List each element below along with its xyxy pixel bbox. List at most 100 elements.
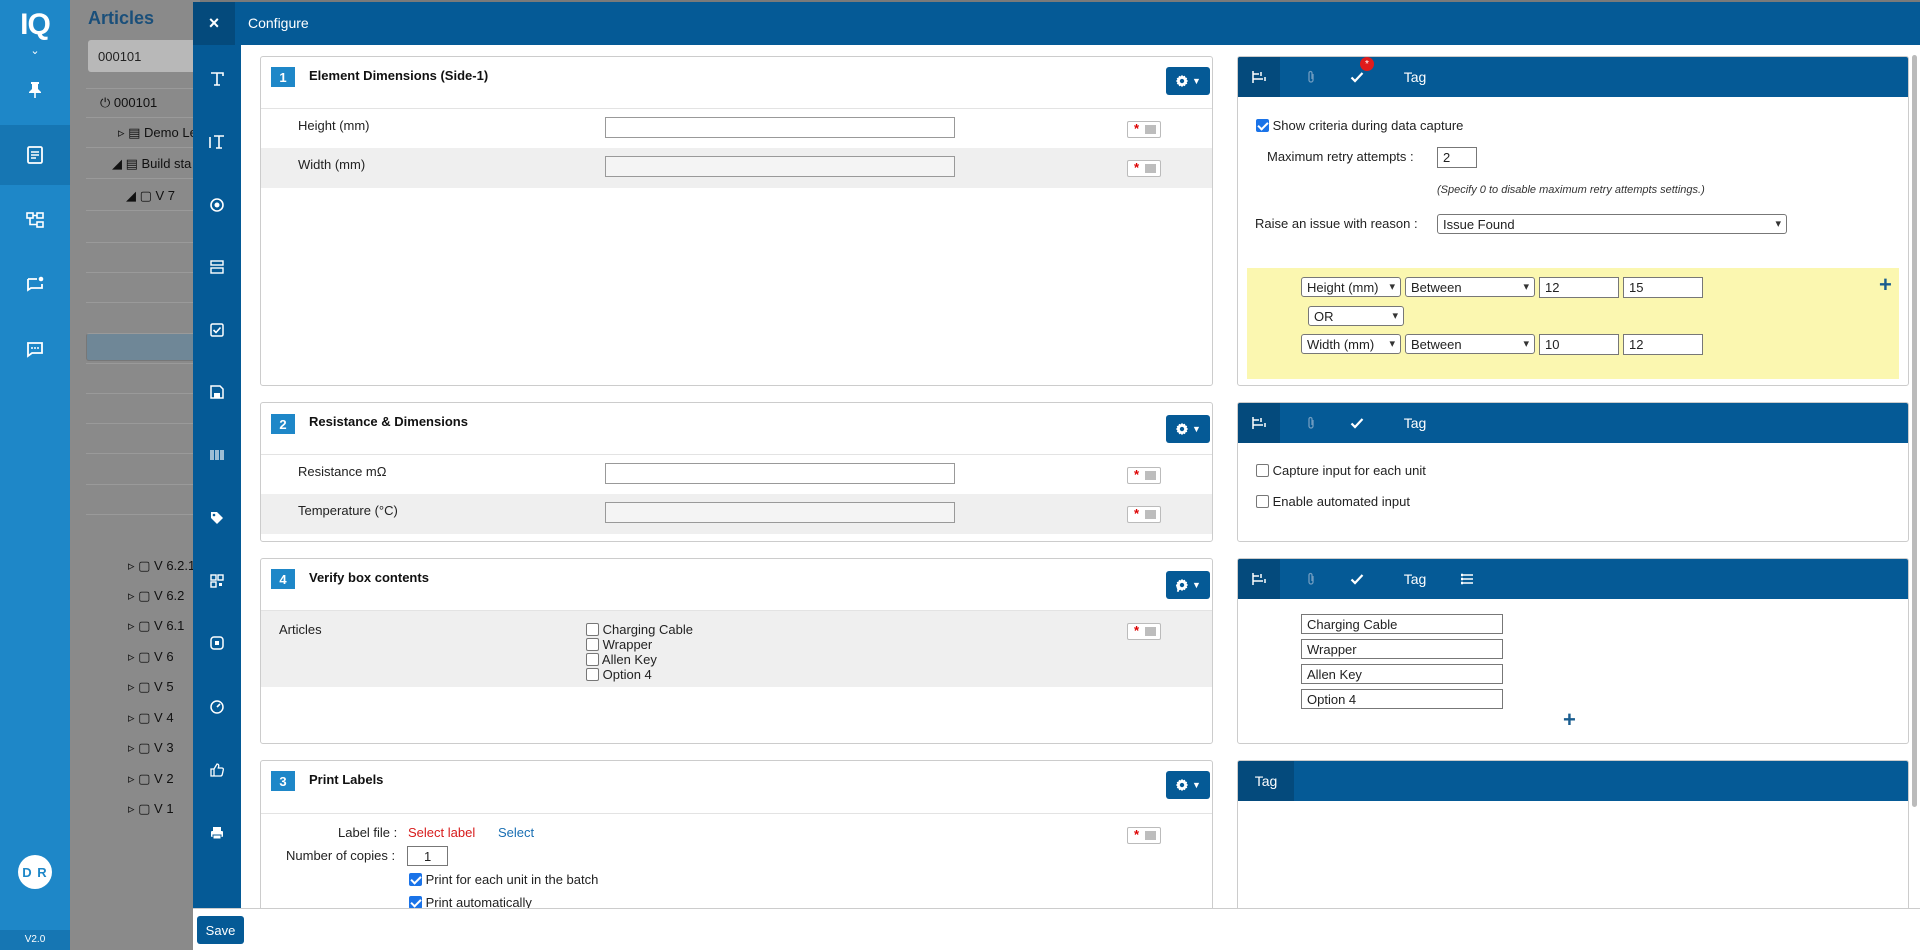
- hierarchy-icon[interactable]: [0, 190, 70, 250]
- tree-item[interactable]: ▹ ▤ Demo Le: [118, 125, 197, 141]
- element-settings-button[interactable]: ▼: [1166, 771, 1210, 799]
- checkbox[interactable]: [586, 653, 599, 666]
- user-avatar[interactable]: D R: [18, 855, 52, 889]
- tree-item[interactable]: ▹ ▢ V 4: [128, 710, 174, 726]
- print-each-unit-option[interactable]: Print for each unit in the batch: [409, 872, 598, 887]
- criteria-field-select[interactable]: Height (mm) ▾: [1301, 277, 1401, 297]
- tab-properties[interactable]: [1238, 57, 1280, 97]
- checkbox[interactable]: [586, 623, 599, 636]
- add-option-button[interactable]: +: [1563, 709, 1576, 731]
- qr-code-icon[interactable]: [193, 566, 241, 596]
- tab-tag[interactable]: Tag: [1390, 403, 1440, 443]
- list-select-icon[interactable]: [193, 252, 241, 282]
- close-button[interactable]: ×: [193, 2, 235, 45]
- criteria-join-select[interactable]: OR ▾: [1308, 306, 1404, 326]
- add-criteria-button[interactable]: +: [1879, 274, 1892, 296]
- criteria-min-input[interactable]: 12: [1539, 277, 1619, 298]
- tab-criteria[interactable]: [1336, 403, 1378, 443]
- tab-properties[interactable]: [1238, 403, 1280, 443]
- numeric-text-icon[interactable]: [193, 127, 241, 157]
- element-settings-button[interactable]: ▼: [1166, 67, 1210, 95]
- tab-tag[interactable]: Tag: [1390, 559, 1440, 599]
- required-toggle[interactable]: *: [1127, 121, 1161, 138]
- tree-item[interactable]: ▹ ▢ V 6: [128, 649, 174, 665]
- pin-icon[interactable]: [0, 60, 70, 120]
- required-toggle[interactable]: *: [1127, 506, 1161, 523]
- tags-icon[interactable]: [193, 503, 241, 533]
- checkbox[interactable]: [586, 668, 599, 681]
- printer-icon[interactable]: [193, 818, 241, 848]
- checklist-option[interactable]: Wrapper: [586, 637, 652, 652]
- resistance-input[interactable]: [605, 463, 955, 484]
- criteria-operator-select[interactable]: Between ▾: [1405, 334, 1535, 354]
- tree-search-input[interactable]: 000101: [88, 40, 208, 72]
- checklist-option[interactable]: Allen Key: [586, 652, 657, 667]
- criteria-min-input[interactable]: 10: [1539, 334, 1619, 355]
- tab-list[interactable]: [1446, 559, 1488, 599]
- option-input[interactable]: Allen Key: [1301, 664, 1503, 684]
- required-toggle[interactable]: *: [1127, 467, 1161, 484]
- tab-attachment[interactable]: [1290, 57, 1332, 97]
- element-settings-button[interactable]: ▼: [1166, 571, 1210, 599]
- checkbox[interactable]: [1256, 464, 1269, 477]
- tree-item[interactable]: ◢ ▤ Build sta: [112, 156, 191, 172]
- chat-icon[interactable]: [0, 320, 70, 380]
- text-icon[interactable]: [193, 64, 241, 94]
- document-icon[interactable]: [0, 125, 70, 185]
- tab-attachment[interactable]: [1290, 559, 1332, 599]
- height-input[interactable]: [605, 117, 955, 138]
- save-button[interactable]: Save: [197, 916, 244, 944]
- stop-icon[interactable]: [193, 628, 241, 658]
- criteria-max-input[interactable]: 12: [1623, 334, 1703, 355]
- option-input[interactable]: Option 4: [1301, 689, 1503, 709]
- checkbox-checked[interactable]: [409, 873, 422, 886]
- capture-each-unit-option[interactable]: Capture input for each unit: [1256, 463, 1426, 478]
- save-data-icon[interactable]: [193, 377, 241, 407]
- tab-criteria[interactable]: [1336, 559, 1378, 599]
- automated-input-option[interactable]: Enable automated input: [1256, 494, 1410, 509]
- temperature-input[interactable]: [605, 502, 955, 523]
- tree-item[interactable]: ⏻ 000101: [100, 95, 157, 111]
- tab-attachment[interactable]: [1290, 403, 1332, 443]
- max-retry-input[interactable]: 2: [1437, 147, 1477, 168]
- gauge-icon[interactable]: [193, 692, 241, 722]
- criteria-max-input[interactable]: 15: [1623, 277, 1703, 298]
- width-input[interactable]: [605, 156, 955, 177]
- tree-item[interactable]: ▹ ▢ V 6.2.1: [128, 558, 195, 574]
- checkbox-checked[interactable]: [1256, 119, 1269, 132]
- tree-item[interactable]: ◢ ▢ V 7: [126, 188, 175, 204]
- criteria-operator-select[interactable]: Between ▾: [1405, 277, 1535, 297]
- tab-tag[interactable]: Tag: [1390, 57, 1440, 97]
- tree-item[interactable]: ▹ ▢ V 6.1: [128, 618, 184, 634]
- show-criteria-option[interactable]: Show criteria during data capture: [1256, 118, 1463, 133]
- tree-item[interactable]: ▹ ▢ V 2: [128, 771, 174, 787]
- tab-tag[interactable]: Tag: [1238, 761, 1294, 801]
- modal-scrollbar[interactable]: [1912, 55, 1917, 807]
- checkbox[interactable]: [586, 638, 599, 651]
- checkbox-icon[interactable]: [193, 315, 241, 345]
- tree-item[interactable]: ▹ ▢ V 1: [128, 801, 174, 817]
- tree-item[interactable]: ▹ ▢ V 3: [128, 740, 174, 756]
- thumbs-up-icon[interactable]: [193, 755, 241, 785]
- checklist-option[interactable]: Charging Cable: [586, 622, 693, 637]
- required-toggle[interactable]: *: [1127, 160, 1161, 177]
- radio-icon[interactable]: [193, 190, 241, 220]
- checklist-option[interactable]: Option 4: [586, 667, 652, 682]
- required-toggle[interactable]: *: [1127, 623, 1161, 640]
- chevron-down-icon[interactable]: ⌄: [0, 44, 70, 57]
- select-label-link[interactable]: Select label: [408, 825, 475, 840]
- tab-properties[interactable]: [1238, 559, 1280, 599]
- copies-input[interactable]: 1: [407, 846, 448, 866]
- option-input[interactable]: Wrapper: [1301, 639, 1503, 659]
- checkbox[interactable]: [1256, 495, 1269, 508]
- raise-issue-select[interactable]: Issue Found ▾: [1437, 214, 1787, 234]
- tree-item[interactable]: ▹ ▢ V 5: [128, 679, 174, 695]
- feedback-icon[interactable]: [0, 255, 70, 315]
- barcode-icon[interactable]: [193, 440, 241, 470]
- select-link[interactable]: Select: [498, 825, 534, 840]
- tree-item[interactable]: ▹ ▢ V 6.2: [128, 588, 184, 604]
- criteria-field-select[interactable]: Width (mm) ▾: [1301, 334, 1401, 354]
- option-input[interactable]: Charging Cable: [1301, 614, 1503, 634]
- required-toggle[interactable]: *: [1127, 827, 1161, 844]
- element-settings-button[interactable]: ▼: [1166, 415, 1210, 443]
